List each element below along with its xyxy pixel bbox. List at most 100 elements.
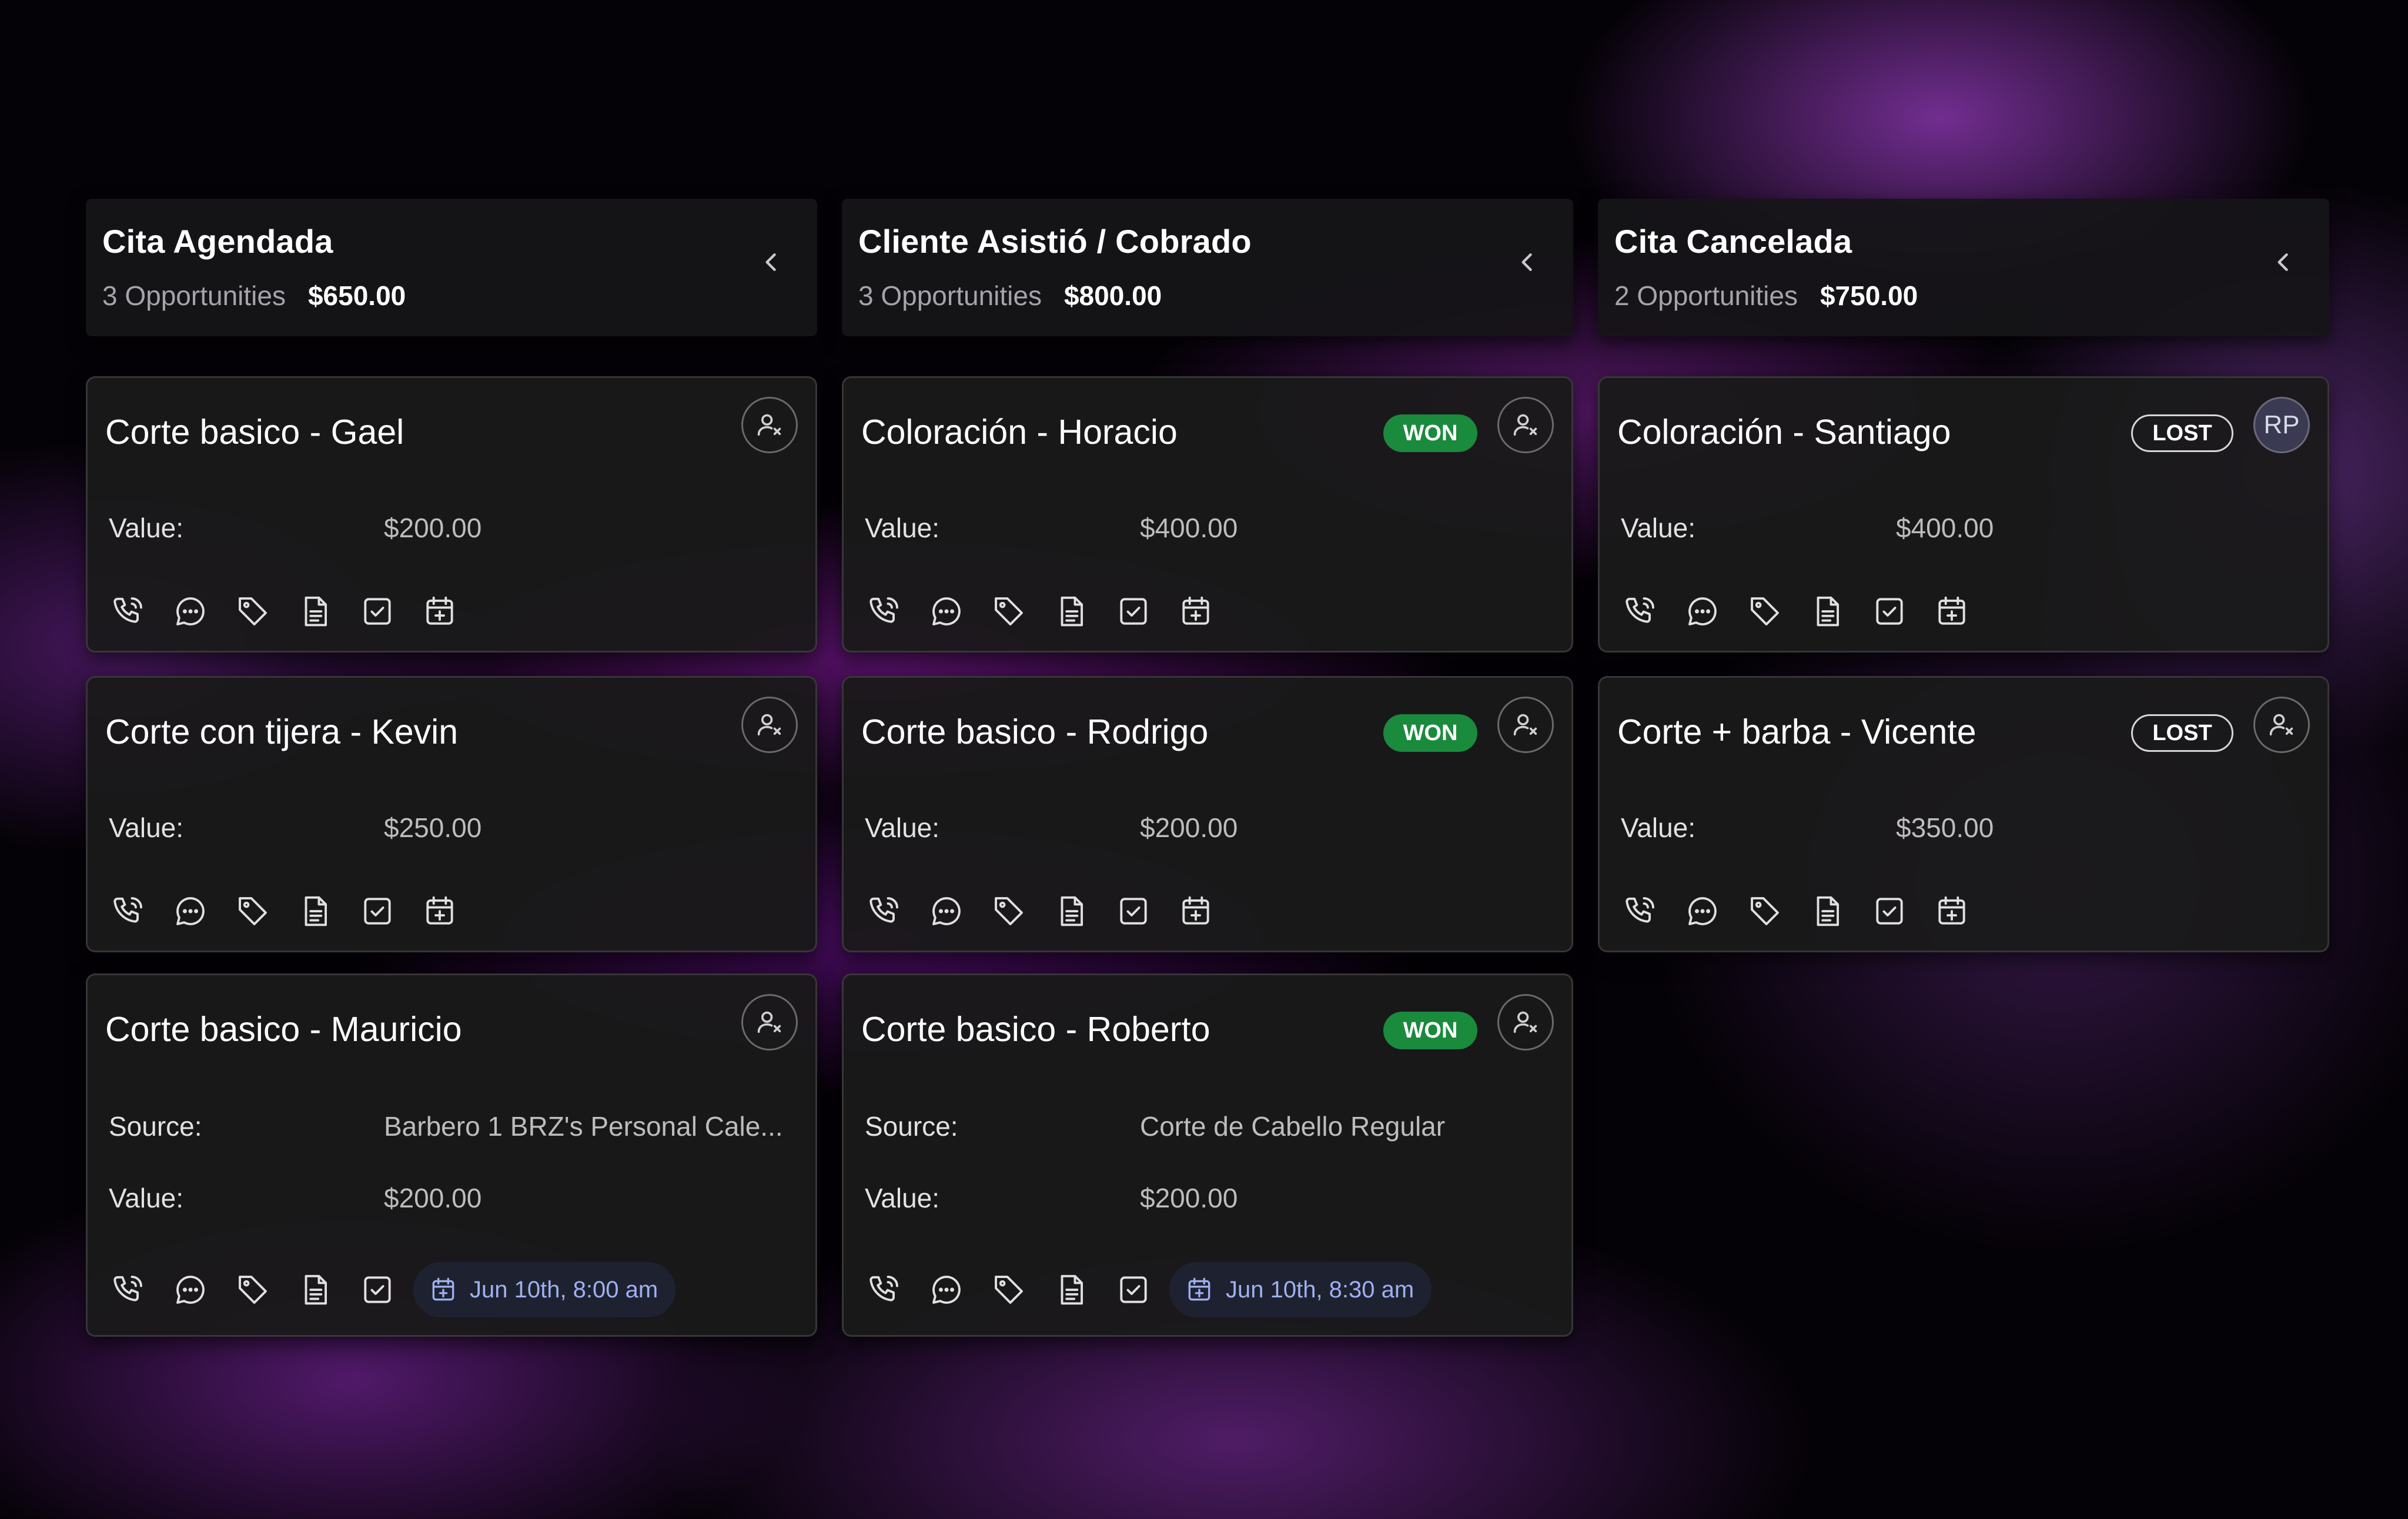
value-label: Value: — [865, 1183, 940, 1213]
chat-icon[interactable] — [927, 892, 966, 931]
tag-icon[interactable] — [233, 892, 272, 931]
value-amount: $350.00 — [1896, 812, 1994, 843]
task-icon[interactable] — [1870, 892, 1909, 931]
status-badge: LOST — [2131, 414, 2233, 452]
phone-icon[interactable] — [109, 592, 148, 631]
column-summary: 2 Opportunities $750.00 — [1614, 280, 1918, 312]
phone-icon[interactable] — [109, 1270, 148, 1309]
card-actions — [1621, 592, 1995, 631]
opportunity-card[interactable]: Corte basico - Roberto WON Source: Corte… — [842, 973, 1573, 1337]
note-icon[interactable] — [1052, 592, 1091, 631]
card-actions: Jun 10th, 8:30 am — [865, 1262, 1432, 1317]
chat-icon[interactable] — [171, 892, 210, 931]
opportunity-count: 2 Opportunities — [1614, 280, 1798, 311]
source-value: Barbero 1 BRZ's Personal Cale... — [384, 1111, 783, 1142]
task-icon[interactable] — [1114, 592, 1153, 631]
user-unassigned-icon[interactable] — [2253, 697, 2310, 753]
phone-icon[interactable] — [1621, 892, 1660, 931]
calendar-add-icon[interactable] — [1932, 592, 1971, 631]
avatar[interactable]: RP — [2253, 397, 2310, 453]
value-label: Value: — [865, 812, 940, 843]
source-label: Source: — [865, 1111, 958, 1142]
value-label: Value: — [109, 812, 184, 843]
opportunity-title: Corte basico - Gael — [105, 413, 404, 451]
card-actions — [865, 892, 1239, 931]
chat-icon[interactable] — [171, 592, 210, 631]
tag-icon[interactable] — [1745, 592, 1784, 631]
chat-icon[interactable] — [927, 592, 966, 631]
card-actions: Jun 10th, 8:00 am — [109, 1262, 676, 1317]
tag-icon[interactable] — [989, 592, 1028, 631]
user-unassigned-icon[interactable] — [1497, 994, 1554, 1050]
phone-icon[interactable] — [865, 892, 904, 931]
opportunity-card[interactable]: Coloración - Santiago LOST RP Value: $40… — [1598, 376, 2329, 653]
user-unassigned-icon[interactable] — [741, 697, 798, 753]
user-unassigned-icon[interactable] — [1497, 697, 1554, 753]
opportunity-title: Corte basico - Mauricio — [105, 1010, 462, 1049]
value-label: Value: — [1621, 812, 1696, 843]
phone-icon[interactable] — [109, 892, 148, 931]
card-actions — [109, 592, 483, 631]
calendar-add-icon[interactable] — [1176, 892, 1215, 931]
calendar-add-icon[interactable] — [420, 592, 459, 631]
task-icon[interactable] — [358, 1270, 397, 1309]
chat-icon[interactable] — [1683, 892, 1722, 931]
calendar-add-icon[interactable] — [1932, 892, 1971, 931]
phone-icon[interactable] — [865, 592, 904, 631]
task-icon[interactable] — [358, 892, 397, 931]
chevron-left-icon[interactable] — [758, 246, 784, 279]
calendar-add-icon[interactable] — [420, 892, 459, 931]
task-icon[interactable] — [1114, 892, 1153, 931]
calendar-add-icon — [1188, 1277, 1210, 1301]
note-icon[interactable] — [1808, 592, 1847, 631]
tag-icon[interactable] — [989, 892, 1028, 931]
source-value: Corte de Cabello Regular — [1140, 1111, 1446, 1142]
tag-icon[interactable] — [1745, 892, 1784, 931]
user-unassigned-icon[interactable] — [741, 994, 798, 1050]
appointment-chip[interactable]: Jun 10th, 8:00 am — [413, 1262, 676, 1317]
value-amount: $200.00 — [1140, 1183, 1238, 1213]
phone-icon[interactable] — [1621, 592, 1660, 631]
chat-icon[interactable] — [1683, 592, 1722, 631]
column-header-cita-cancelada: Cita Cancelada 2 Opportunities $750.00 — [1598, 199, 2329, 336]
opportunity-card[interactable]: Corte basico - Gael Value: $200.00 — [86, 376, 817, 653]
calendar-add-icon[interactable] — [1176, 592, 1215, 631]
user-unassigned-icon[interactable] — [741, 397, 798, 453]
task-icon[interactable] — [1870, 592, 1909, 631]
opportunity-card[interactable]: Corte basico - Rodrigo WON Value: $200.0… — [842, 676, 1573, 952]
value-label: Value: — [865, 513, 940, 543]
opportunity-count: 3 Opportunities — [102, 280, 286, 311]
user-unassigned-icon[interactable] — [1497, 397, 1554, 453]
phone-icon[interactable] — [865, 1270, 904, 1309]
note-icon[interactable] — [1052, 1270, 1091, 1309]
chat-icon[interactable] — [171, 1270, 210, 1309]
value-amount: $400.00 — [1140, 513, 1238, 543]
value-amount: $200.00 — [384, 1183, 482, 1213]
calendar-add-icon — [432, 1277, 454, 1301]
opportunity-card[interactable]: Coloración - Horacio WON Value: $400.00 — [842, 376, 1573, 653]
note-icon[interactable] — [1052, 892, 1091, 931]
opportunity-card[interactable]: Corte basico - Mauricio Source: Barbero … — [86, 973, 817, 1337]
appointment-time: Jun 10th, 8:00 am — [470, 1276, 658, 1303]
chevron-left-icon[interactable] — [2270, 246, 2296, 279]
note-icon[interactable] — [1808, 892, 1847, 931]
task-icon[interactable] — [1114, 1270, 1153, 1309]
appointment-time: Jun 10th, 8:30 am — [1226, 1276, 1414, 1303]
opportunity-card[interactable]: Corte + barba - Vicente LOST Value: $350… — [1598, 676, 2329, 952]
opportunity-card[interactable]: Corte con tijera - Kevin Value: $250.00 — [86, 676, 817, 952]
appointment-chip[interactable]: Jun 10th, 8:30 am — [1169, 1262, 1432, 1317]
chevron-left-icon[interactable] — [1514, 246, 1540, 279]
tag-icon[interactable] — [989, 1270, 1028, 1309]
tag-icon[interactable] — [233, 1270, 272, 1309]
status-badge: WON — [1383, 1012, 1477, 1049]
opportunity-count: 3 Opportunities — [858, 280, 1042, 311]
note-icon[interactable] — [296, 892, 335, 931]
note-icon[interactable] — [296, 1270, 335, 1309]
value-label: Value: — [109, 513, 184, 543]
note-icon[interactable] — [296, 592, 335, 631]
task-icon[interactable] — [358, 592, 397, 631]
chat-icon[interactable] — [927, 1270, 966, 1309]
value-amount: $200.00 — [384, 513, 482, 543]
tag-icon[interactable] — [233, 592, 272, 631]
column-header-cliente-asistio: Cliente Asistió / Cobrado 3 Opportunitie… — [842, 199, 1573, 336]
